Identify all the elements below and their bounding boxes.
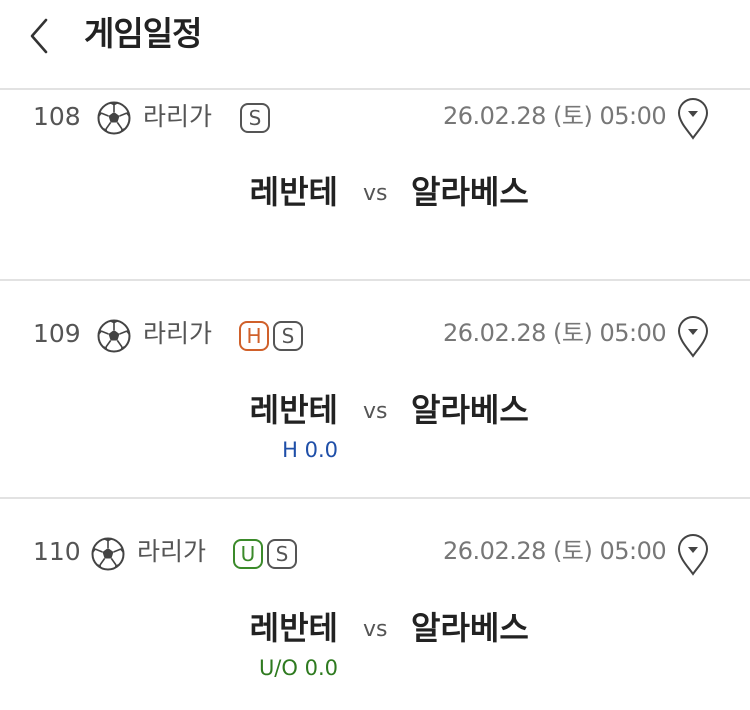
location-pin-icon[interactable] bbox=[676, 532, 710, 576]
game-card-108[interactable]: 108 라리가 S 26.02.28 (토) 05:00 레반테 vs 알라베스 bbox=[0, 90, 750, 281]
vs-label: vs bbox=[363, 181, 388, 206]
badge-single: S bbox=[267, 539, 297, 569]
vs-label: vs bbox=[363, 399, 388, 424]
location-pin-icon[interactable] bbox=[676, 314, 710, 358]
under-over-line: U/O 0.0 bbox=[258, 656, 338, 680]
away-team: 알라베스 bbox=[411, 609, 529, 647]
home-team: 레반테 bbox=[249, 391, 338, 429]
location-pin-icon[interactable] bbox=[676, 96, 710, 140]
badge-under-over: U bbox=[233, 539, 263, 569]
game-datetime: 26.02.28 (토) 05:00 bbox=[443, 537, 667, 565]
chevron-left-icon[interactable] bbox=[22, 14, 62, 58]
game-number: 108 bbox=[33, 102, 81, 131]
soccer-ball-icon bbox=[97, 319, 131, 353]
away-team: 알라베스 bbox=[411, 391, 529, 429]
league-name: 라리가 bbox=[143, 102, 213, 131]
game-datetime: 26.02.28 (토) 05:00 bbox=[443, 319, 667, 347]
game-card-109[interactable]: 109 라리가 H S 26.02.28 (토) 05:00 레반테 vs 알라… bbox=[0, 281, 750, 499]
handicap-line: H 0.0 bbox=[282, 438, 338, 462]
game-number: 109 bbox=[33, 319, 81, 348]
soccer-ball-icon bbox=[91, 537, 125, 571]
game-card-110[interactable]: 110 라리가 U S 26.02.28 (토) 05:00 레반테 vs 알라… bbox=[0, 499, 750, 710]
app-header: 게임일정 bbox=[0, 0, 750, 90]
home-team: 레반테 bbox=[249, 609, 338, 647]
home-team: 레반테 bbox=[249, 173, 338, 211]
game-datetime: 26.02.28 (토) 05:00 bbox=[443, 102, 667, 130]
vs-label: vs bbox=[363, 617, 388, 642]
page-title: 게임일정 bbox=[84, 14, 202, 53]
badge-handicap: H bbox=[239, 321, 269, 351]
back-button[interactable] bbox=[22, 14, 62, 58]
badge-single: S bbox=[273, 321, 303, 351]
game-number: 110 bbox=[33, 537, 81, 566]
away-team: 알라베스 bbox=[411, 173, 529, 211]
badge-single: S bbox=[240, 103, 270, 133]
league-name: 라리가 bbox=[143, 319, 213, 348]
soccer-ball-icon bbox=[97, 101, 131, 135]
league-name: 라리가 bbox=[137, 537, 207, 566]
